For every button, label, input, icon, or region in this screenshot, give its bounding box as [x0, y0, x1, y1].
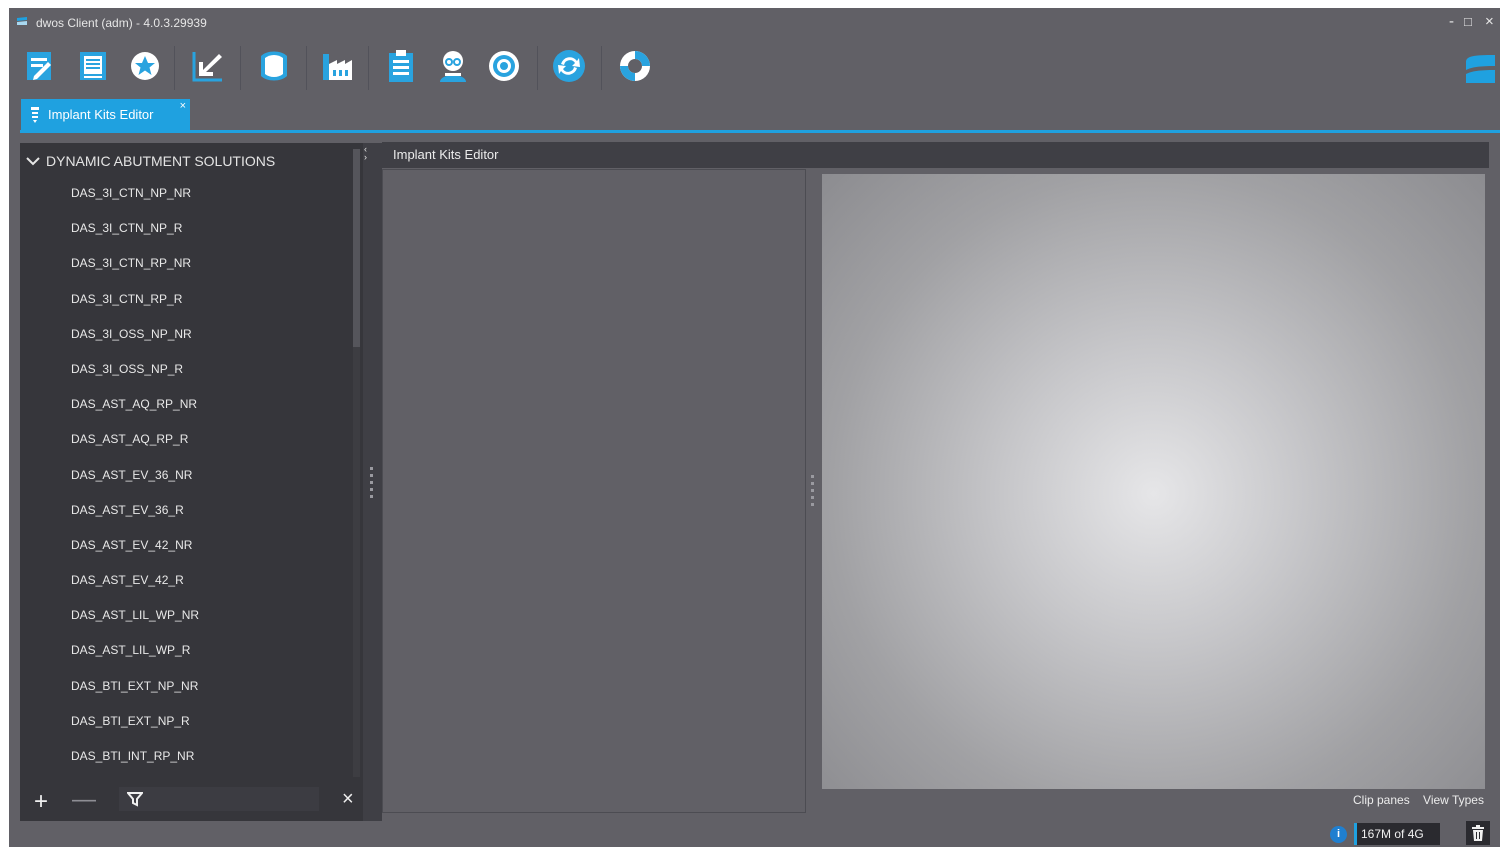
status-bar: i 167M of 4G [9, 821, 1500, 847]
window-title: dwos Client (adm) - 4.0.3.29939 [36, 16, 207, 30]
remove-button[interactable]: — [72, 788, 96, 812]
toolbar-separator [174, 46, 175, 90]
trash-icon[interactable] [1466, 821, 1490, 845]
collapse-arrows-icon[interactable]: ‹ › [364, 145, 367, 162]
help-lifebuoy-icon[interactable] [617, 48, 653, 84]
clipboard-icon[interactable] [383, 48, 419, 84]
form-list-icon[interactable] [75, 48, 111, 84]
editor-header: Implant Kits Editor [382, 142, 1489, 168]
filter-icon [127, 792, 143, 807]
toolbar-separator [240, 46, 241, 90]
tree-item[interactable]: DAS_AST_EV_42_NR [20, 528, 350, 563]
refresh-icon[interactable] [551, 48, 587, 84]
tree-item[interactable]: DAS_BTI_EXT_NP_NR [20, 669, 350, 704]
factory-icon[interactable] [319, 48, 355, 84]
panel-splitter[interactable]: ‹ › [363, 143, 382, 825]
tree-item[interactable]: DAS_3I_CTN_NP_R [20, 211, 350, 246]
tree-item[interactable]: DAS_3I_CTN_RP_NR [20, 246, 350, 281]
app-logo-icon [17, 17, 27, 25]
splitter-grip-icon[interactable] [370, 467, 373, 501]
tree-item[interactable]: DAS_3I_OSS_NP_R [20, 352, 350, 387]
title-bar: dwos Client (adm) - 4.0.3.29939 - □ × [9, 8, 1500, 38]
tab-implant-kits-editor[interactable]: Implant Kits Editor × [21, 99, 190, 130]
tab-underline [20, 130, 1500, 133]
filter-input[interactable] [119, 787, 319, 811]
toolbar-separator [368, 46, 369, 90]
dental-arch-icon[interactable] [256, 48, 292, 84]
implant-icon [31, 106, 39, 123]
splitter-grip-icon[interactable] [811, 475, 814, 509]
tree-bottom-bar: + — × [20, 784, 363, 825]
chevron-down-icon[interactable] [26, 156, 40, 166]
import-arrow-icon[interactable] [190, 48, 226, 84]
minimize-button[interactable]: - [1449, 13, 1454, 31]
user-glasses-icon[interactable] [435, 48, 471, 84]
tree-item[interactable]: DAS_AST_AQ_RP_NR [20, 387, 350, 422]
settings-gear-icon[interactable] [486, 48, 522, 84]
tree-item[interactable]: DAS_AST_LIL_WP_NR [20, 598, 350, 633]
properties-pane [382, 169, 806, 813]
tree-item[interactable]: DAS_3I_OSS_NP_NR [20, 317, 350, 352]
tree-item[interactable]: DAS_AST_EV_36_NR [20, 458, 350, 493]
tab-label: Implant Kits Editor [48, 107, 154, 122]
tree-item[interactable]: DAS_AST_AQ_RP_R [20, 422, 350, 457]
tree-scrollbar-thumb[interactable] [353, 149, 360, 347]
viewport-links: Clip panes View Types [1353, 793, 1494, 807]
tree-item[interactable]: DAS_BTI_INT_RP_NR [20, 739, 350, 774]
toolbar-separator [601, 46, 602, 90]
star-icon[interactable] [127, 48, 163, 84]
toolbar-separator [306, 46, 307, 90]
tree-item[interactable]: DAS_3I_CTN_NP_NR [20, 176, 350, 211]
info-icon[interactable]: i [1330, 826, 1347, 843]
tree-item[interactable]: DAS_3I_CTN_RP_R [20, 282, 350, 317]
maximize-button[interactable]: □ [1464, 13, 1472, 31]
tree-item[interactable]: DAS_AST_LIL_WP_R [20, 633, 350, 668]
tree-item-list: DAS_3I_CTN_NP_NR DAS_3I_CTN_NP_R DAS_3I_CT… [20, 176, 350, 784]
main-toolbar [9, 42, 1500, 98]
tab-strip: Implant Kits Editor × [9, 98, 1500, 133]
tree-item[interactable]: DAS_AST_EV_36_R [20, 493, 350, 528]
toolbar-separator [537, 46, 538, 90]
tree-scrollbar-track[interactable] [353, 347, 360, 777]
memory-indicator: 167M of 4G [1354, 823, 1440, 845]
close-button[interactable]: × [1485, 13, 1494, 31]
clear-filter-button[interactable]: × [342, 789, 354, 809]
add-button[interactable]: + [34, 790, 48, 814]
clip-panes-link[interactable]: Clip panes [1353, 793, 1410, 807]
tree-item[interactable]: DAS_BTI_EXT_NP_R [20, 704, 350, 739]
document-edit-icon[interactable] [22, 48, 58, 84]
tree-group-header[interactable]: DYNAMIC ABUTMENT SOLUTIONS [20, 151, 350, 171]
view-types-link[interactable]: View Types [1423, 793, 1484, 807]
tree-group-label: DYNAMIC ABUTMENT SOLUTIONS [46, 153, 276, 169]
app-window: dwos Client (adm) - 4.0.3.29939 - □ × Im… [9, 8, 1500, 847]
tree-item[interactable]: DAS_AST_EV_42_R [20, 563, 350, 598]
dwos-logo-icon [1466, 55, 1495, 83]
3d-viewport[interactable] [822, 174, 1485, 789]
tab-close-button[interactable]: × [180, 100, 186, 112]
kit-tree-panel: DYNAMIC ABUTMENT SOLUTIONS DAS_3I_CTN_NP… [20, 143, 363, 825]
